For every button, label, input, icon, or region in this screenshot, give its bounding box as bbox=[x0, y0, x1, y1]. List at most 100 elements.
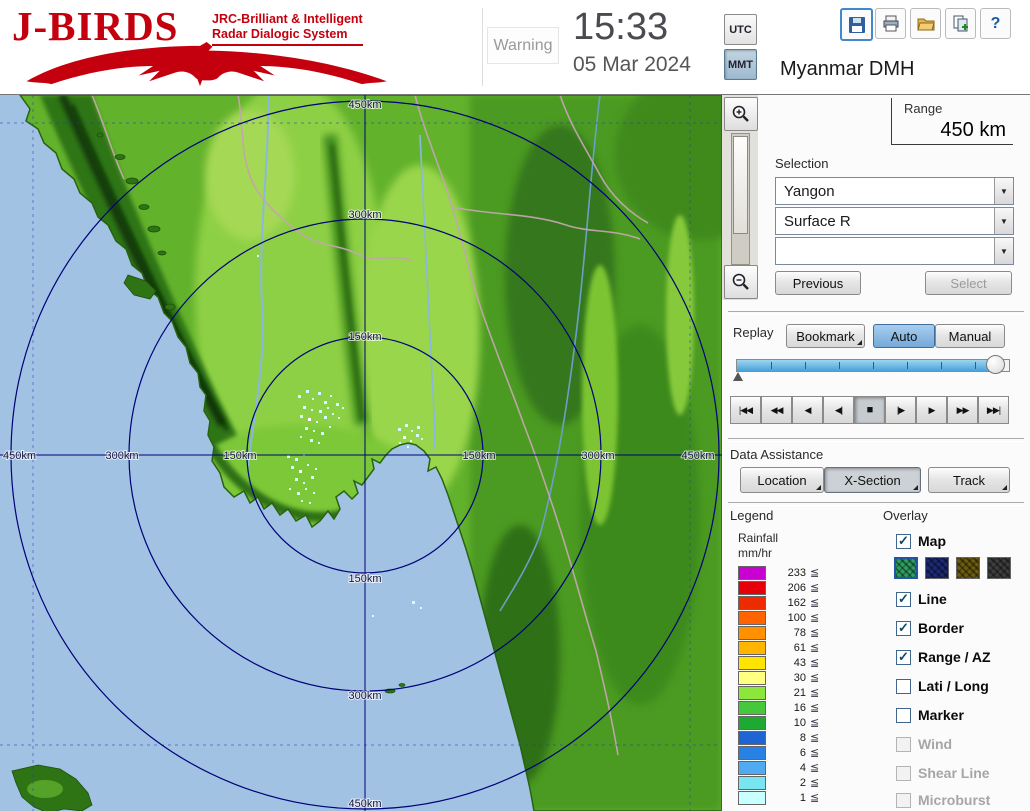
legend-leq: ≦ bbox=[810, 776, 819, 789]
timeline-tick bbox=[839, 362, 840, 369]
zoom-in-button[interactable] bbox=[724, 97, 758, 131]
radar-map[interactable]: 450km 300km 150km 150km 300km 450km 450k… bbox=[0, 95, 722, 811]
zoom-slider-track[interactable] bbox=[731, 133, 750, 265]
range-value: 450 km bbox=[892, 119, 1006, 142]
product-dropdown-value[interactable]: Surface R bbox=[776, 208, 994, 234]
map-checkbox[interactable]: ✓ bbox=[896, 534, 911, 549]
legend-unit-line1: Rainfall bbox=[738, 531, 778, 545]
overlay-row-wind: Wind bbox=[896, 734, 952, 754]
range-az-checkbox[interactable]: ✓ bbox=[896, 650, 911, 665]
check-icon: ✓ bbox=[898, 649, 909, 665]
zoom-out-button[interactable] bbox=[724, 265, 758, 299]
wind-checkbox bbox=[896, 737, 911, 752]
save-button[interactable] bbox=[840, 8, 873, 41]
print-button[interactable] bbox=[875, 8, 906, 39]
overlay-item-label: Shear Line bbox=[918, 765, 990, 781]
overlay-row-shear-line: Shear Line bbox=[896, 763, 990, 783]
legend-row: 16≦ bbox=[738, 700, 819, 715]
legend-value: 10 bbox=[779, 717, 806, 729]
ring-label: 150km bbox=[348, 573, 381, 585]
separator bbox=[728, 502, 1024, 506]
submenu-corner-icon bbox=[913, 485, 918, 490]
legend-color-swatch bbox=[738, 611, 766, 625]
export-icon bbox=[952, 15, 970, 33]
mmt-toggle-button[interactable]: MMT bbox=[724, 49, 757, 80]
legend-value: 100 bbox=[779, 612, 806, 624]
map-scheme-swatch-navy[interactable] bbox=[925, 557, 949, 579]
timeline-tick bbox=[941, 362, 942, 369]
site-dropdown[interactable]: Yangon ▼ bbox=[775, 177, 1014, 205]
x-section-button[interactable]: X-Section bbox=[824, 467, 921, 493]
zoom-slider-thumb[interactable] bbox=[733, 136, 748, 234]
auto-mode-button[interactable]: Auto bbox=[873, 324, 935, 348]
skip-to-end-button[interactable]: ▶▶| bbox=[978, 396, 1009, 424]
product-dropdown[interactable]: Surface R ▼ bbox=[775, 207, 1014, 235]
legend-leq: ≦ bbox=[810, 611, 819, 624]
legend-row: 21≦ bbox=[738, 685, 819, 700]
utc-toggle-button[interactable]: UTC bbox=[724, 14, 757, 45]
track-button-label: Track bbox=[953, 473, 985, 488]
overlay-row-border: ✓ Border bbox=[896, 618, 964, 638]
legend-leq: ≦ bbox=[810, 581, 819, 594]
help-button[interactable]: ? bbox=[980, 8, 1011, 39]
play-button[interactable]: ▶ bbox=[916, 396, 947, 424]
open-folder-button[interactable] bbox=[910, 8, 941, 39]
replay-timeline-handle[interactable] bbox=[986, 355, 1005, 374]
clock-time: 15:33 bbox=[573, 6, 668, 49]
legend-row: 78≦ bbox=[738, 625, 819, 640]
legend-row: 6≦ bbox=[738, 745, 819, 760]
step-back-button[interactable]: ◀| bbox=[823, 396, 854, 424]
overlay-label: Overlay bbox=[883, 508, 928, 523]
legend-row: 8≦ bbox=[738, 730, 819, 745]
warning-indicator: Warning bbox=[487, 27, 559, 64]
stop-button[interactable]: ■ bbox=[854, 396, 885, 424]
extra-dropdown[interactable]: ▼ bbox=[775, 237, 1014, 265]
chevron-down-icon[interactable]: ▼ bbox=[994, 208, 1013, 234]
microburst-checkbox bbox=[896, 793, 911, 808]
line-checkbox[interactable]: ✓ bbox=[896, 592, 911, 607]
legend-row: 162≦ bbox=[738, 595, 819, 610]
legend-row: 43≦ bbox=[738, 655, 819, 670]
site-dropdown-value[interactable]: Yangon bbox=[776, 178, 994, 204]
manual-mode-button[interactable]: Manual bbox=[935, 324, 1005, 348]
legend-row: 100 ≦ bbox=[738, 610, 819, 625]
replay-start-marker[interactable] bbox=[733, 372, 743, 381]
play-reverse-button[interactable]: ◀ bbox=[792, 396, 823, 424]
location-button[interactable]: Location bbox=[740, 467, 824, 493]
legend-color-swatch bbox=[738, 776, 766, 790]
fast-forward-button[interactable]: ▶▶ bbox=[947, 396, 978, 424]
ring-label: 300km bbox=[348, 209, 381, 221]
bookmark-button[interactable]: Bookmark bbox=[786, 324, 865, 348]
legend-value: 4 bbox=[779, 762, 806, 774]
fast-rewind-button[interactable]: ◀◀ bbox=[761, 396, 792, 424]
skip-to-start-button[interactable]: |◀◀ bbox=[730, 396, 761, 424]
timeline-tick bbox=[907, 362, 908, 369]
export-button[interactable] bbox=[945, 8, 976, 39]
chevron-down-icon[interactable]: ▼ bbox=[994, 238, 1013, 264]
map-scheme-swatch-gray[interactable] bbox=[987, 557, 1011, 579]
legend-row: 1≦ bbox=[738, 790, 819, 805]
help-icon: ? bbox=[991, 15, 1001, 33]
border-checkbox[interactable]: ✓ bbox=[896, 621, 911, 636]
step-forward-button[interactable]: |▶ bbox=[885, 396, 916, 424]
marker-checkbox[interactable] bbox=[896, 708, 911, 723]
extra-dropdown-value[interactable] bbox=[776, 238, 994, 264]
map-scheme-swatch-green[interactable] bbox=[894, 557, 918, 579]
legend-color-swatch bbox=[738, 656, 766, 670]
overlay-row-marker: Marker bbox=[896, 705, 964, 725]
replay-timeline-track[interactable] bbox=[736, 359, 1010, 372]
legend-leq: ≦ bbox=[810, 791, 819, 804]
lati-long-checkbox[interactable] bbox=[896, 679, 911, 694]
map-image: 450km 300km 150km 150km 300km 450km 450k… bbox=[0, 95, 722, 811]
overlay-item-label: Range / AZ bbox=[918, 649, 991, 665]
open-folder-icon bbox=[917, 15, 935, 33]
overlay-item-label: Lati / Long bbox=[918, 678, 989, 694]
check-icon: ✓ bbox=[898, 620, 909, 636]
previous-button[interactable]: Previous bbox=[775, 271, 861, 295]
map-scheme-swatch-olive[interactable] bbox=[956, 557, 980, 579]
track-button[interactable]: Track bbox=[928, 467, 1010, 493]
legend-value: 2 bbox=[779, 777, 806, 789]
overlay-row-map: ✓ Map bbox=[896, 531, 946, 551]
chevron-down-icon[interactable]: ▼ bbox=[994, 178, 1013, 204]
ring-label: 450km bbox=[348, 99, 381, 111]
